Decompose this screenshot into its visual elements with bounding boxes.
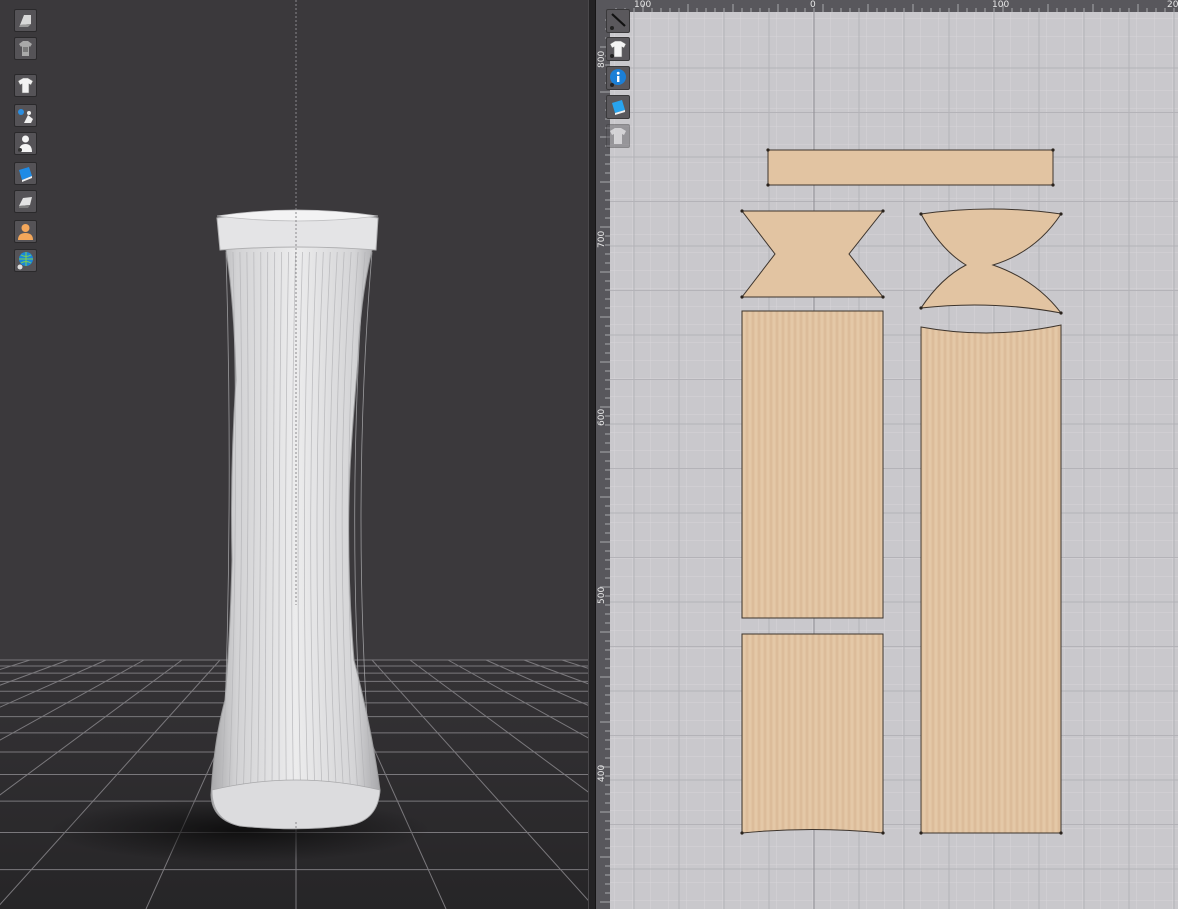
texture-icon[interactable] (606, 95, 630, 119)
ruler-top-label: 100 (634, 0, 651, 10)
pattern-piece-leg-left-lower[interactable] (741, 633, 884, 834)
pattern-canvas: 100 0 100 20 800 700 600 500 400 (596, 0, 1178, 909)
ruler-top-label: 20 (1167, 0, 1178, 10)
ruler-left-label: 600 (597, 409, 607, 426)
pattern-piece-leg-left-upper[interactable] (741, 310, 884, 619)
texture-view-icon[interactable] (14, 162, 37, 185)
viewport-2d-pattern[interactable]: 100 0 100 20 800 700 600 500 400 (596, 0, 1178, 909)
garment-shirt-icon[interactable] (14, 74, 37, 97)
garment-ghost-icon[interactable] (606, 124, 630, 148)
shirt-view-icon[interactable] (606, 37, 630, 61)
pattern-piece-cuff-band[interactable] (767, 149, 1054, 186)
environment-globe-icon[interactable] (14, 249, 37, 272)
scene-3d (0, 0, 588, 909)
avatar-display-icon[interactable] (14, 9, 37, 32)
pattern-piece-leg-right[interactable] (920, 324, 1062, 834)
avatar-skin-icon[interactable] (14, 220, 37, 243)
ruler-top-label: 0 (810, 0, 816, 10)
avatar-pose-icon[interactable] (14, 104, 37, 127)
ruler-left-label: 500 (597, 587, 607, 604)
viewport-splitter[interactable] (588, 0, 596, 909)
ruler-left-label: 400 (597, 765, 607, 782)
viewport-3d[interactable] (0, 0, 588, 909)
pattern-edit-icon[interactable] (606, 9, 630, 33)
info-icon[interactable] (606, 66, 630, 90)
garment-display-icon[interactable] (14, 37, 37, 60)
shading-view-icon[interactable] (14, 190, 37, 213)
ruler-top-label: 100 (992, 0, 1009, 10)
ruler-left-label: 700 (597, 231, 607, 248)
top-ruler (596, 0, 1178, 12)
avatar-body-icon[interactable] (14, 132, 37, 155)
sock-model[interactable] (210, 209, 381, 830)
